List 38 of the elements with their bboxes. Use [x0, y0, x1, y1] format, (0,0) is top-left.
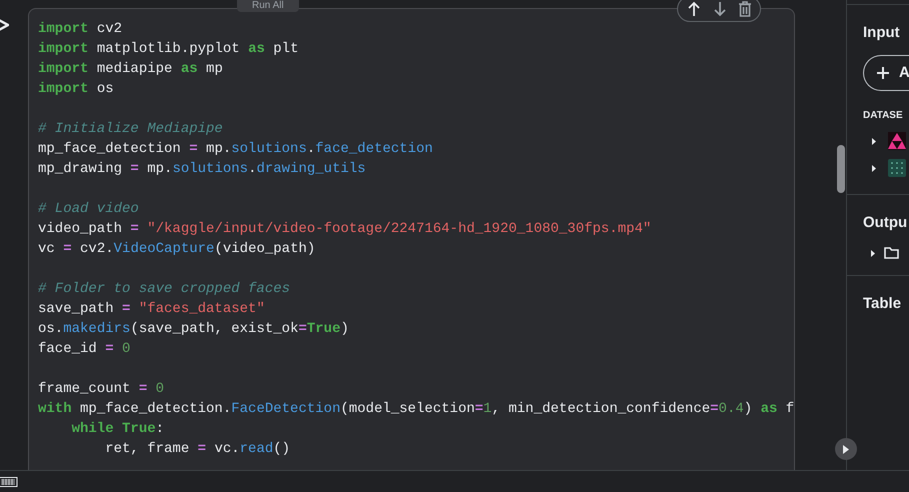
code-line: os.makedirs(save_path, exist_ok=True)	[38, 320, 349, 339]
trash-icon[interactable]	[738, 1, 752, 17]
run-icon[interactable]	[0, 18, 9, 32]
code-line: # Load video	[38, 200, 139, 219]
panel-heading: Input	[863, 23, 901, 43]
plus-icon	[877, 67, 889, 79]
arrow-down-icon[interactable]	[712, 1, 728, 17]
dataset-thumbnail-icon	[888, 159, 906, 177]
code-line: while True:	[70, 420, 164, 439]
code-line: frame_count = 0	[38, 380, 164, 399]
panel-heading: Table	[863, 294, 902, 314]
arrow-up-icon[interactable]	[686, 1, 702, 17]
scrollbar-thumb[interactable]	[837, 145, 845, 193]
code-line: mp_face_detection = mp.solutions.face_detection	[38, 140, 433, 159]
code-line: face_id = 0	[38, 340, 130, 359]
code-line: import cv2	[38, 20, 122, 39]
collapse-panel-button[interactable]	[835, 438, 857, 460]
play-icon	[843, 444, 849, 454]
code-line: video_path = "/kaggle/input/video-footage/2247164-hd_1920_1080_30fps.mp4"	[38, 220, 652, 239]
expand-caret-icon[interactable]	[871, 250, 875, 256]
code-line: save_path = "faces_dataset"	[38, 300, 265, 319]
run-all-button[interactable]: Run All	[237, 0, 299, 12]
code-line: ret, frame = vc.read()	[104, 440, 290, 459]
code-line: import mediapipe as mp	[38, 60, 223, 79]
code-line: mp_drawing = mp.solutions.drawing_utils	[38, 160, 366, 179]
code-line: with mp_face_detection.FaceDetection(model_selection=1, min_detection_confidence=0.4) as f	[38, 400, 794, 419]
panel-heading: Outpu	[863, 213, 908, 233]
code-line: import matplotlib.pyplot as plt	[38, 40, 298, 59]
code-line: # Initialize Mediapipe	[38, 120, 223, 139]
section-label: DATASE	[863, 109, 904, 123]
expand-caret-icon[interactable]	[872, 164, 876, 172]
code-line: vc = cv2.VideoCapture(video_path)	[38, 240, 316, 259]
folder-icon[interactable]	[884, 247, 899, 259]
expand-caret-icon[interactable]	[872, 138, 876, 144]
code-line: import os	[38, 80, 114, 99]
keyboard-icon[interactable]	[0, 476, 18, 486]
code-line: # Folder to save cropped faces	[38, 280, 290, 299]
dataset-thumbnail-icon	[888, 132, 906, 150]
